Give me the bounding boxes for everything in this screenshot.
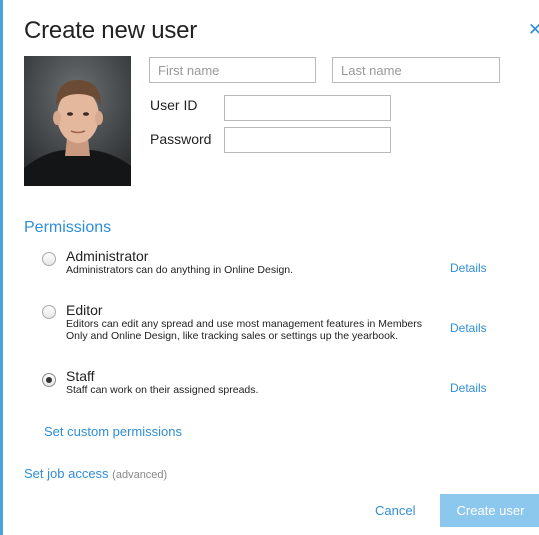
- password-input[interactable]: [224, 127, 391, 153]
- user-id-label: User ID: [150, 97, 198, 113]
- first-name-input[interactable]: [149, 57, 316, 83]
- dialog-title: Create new user: [24, 17, 198, 44]
- administrator-role-description: Administrators can do anything in Online…: [66, 264, 294, 276]
- create-user-dialog: Create new user ✕ First name Last name U…: [0, 0, 539, 535]
- administrator-role-name: Administrator: [66, 248, 149, 264]
- close-icon[interactable]: ✕: [528, 21, 539, 38]
- advanced-note: (advanced): [112, 469, 168, 481]
- editor-role-description: Editors can edit any spread and use most…: [66, 318, 423, 342]
- staff-role-name: Staff: [66, 368, 95, 384]
- editor-radio[interactable]: [42, 305, 56, 319]
- portrait-image: [24, 56, 131, 186]
- set-custom-permissions-link[interactable]: Set custom permissions: [44, 424, 182, 439]
- set-job-access-link[interactable]: Set job access (advanced): [24, 466, 167, 481]
- editor-role-name: Editor: [66, 302, 103, 318]
- last-name-input[interactable]: [332, 57, 500, 83]
- user-id-input[interactable]: [224, 95, 391, 121]
- create-user-button[interactable]: Create user: [440, 494, 539, 527]
- staff-role-description: Staff can work on their assigned spreads…: [66, 384, 259, 396]
- editor-details-link[interactable]: Details: [450, 321, 487, 335]
- staff-details-link[interactable]: Details: [450, 381, 487, 395]
- user-photo: [24, 56, 131, 186]
- staff-radio[interactable]: [42, 373, 56, 387]
- permissions-heading: Permissions: [24, 219, 112, 236]
- cancel-button[interactable]: Cancel: [375, 503, 415, 518]
- administrator-details-link[interactable]: Details: [450, 261, 487, 275]
- password-label: Password: [150, 131, 212, 147]
- administrator-radio[interactable]: [42, 252, 56, 266]
- set-job-access-label: Set job access: [24, 466, 109, 481]
